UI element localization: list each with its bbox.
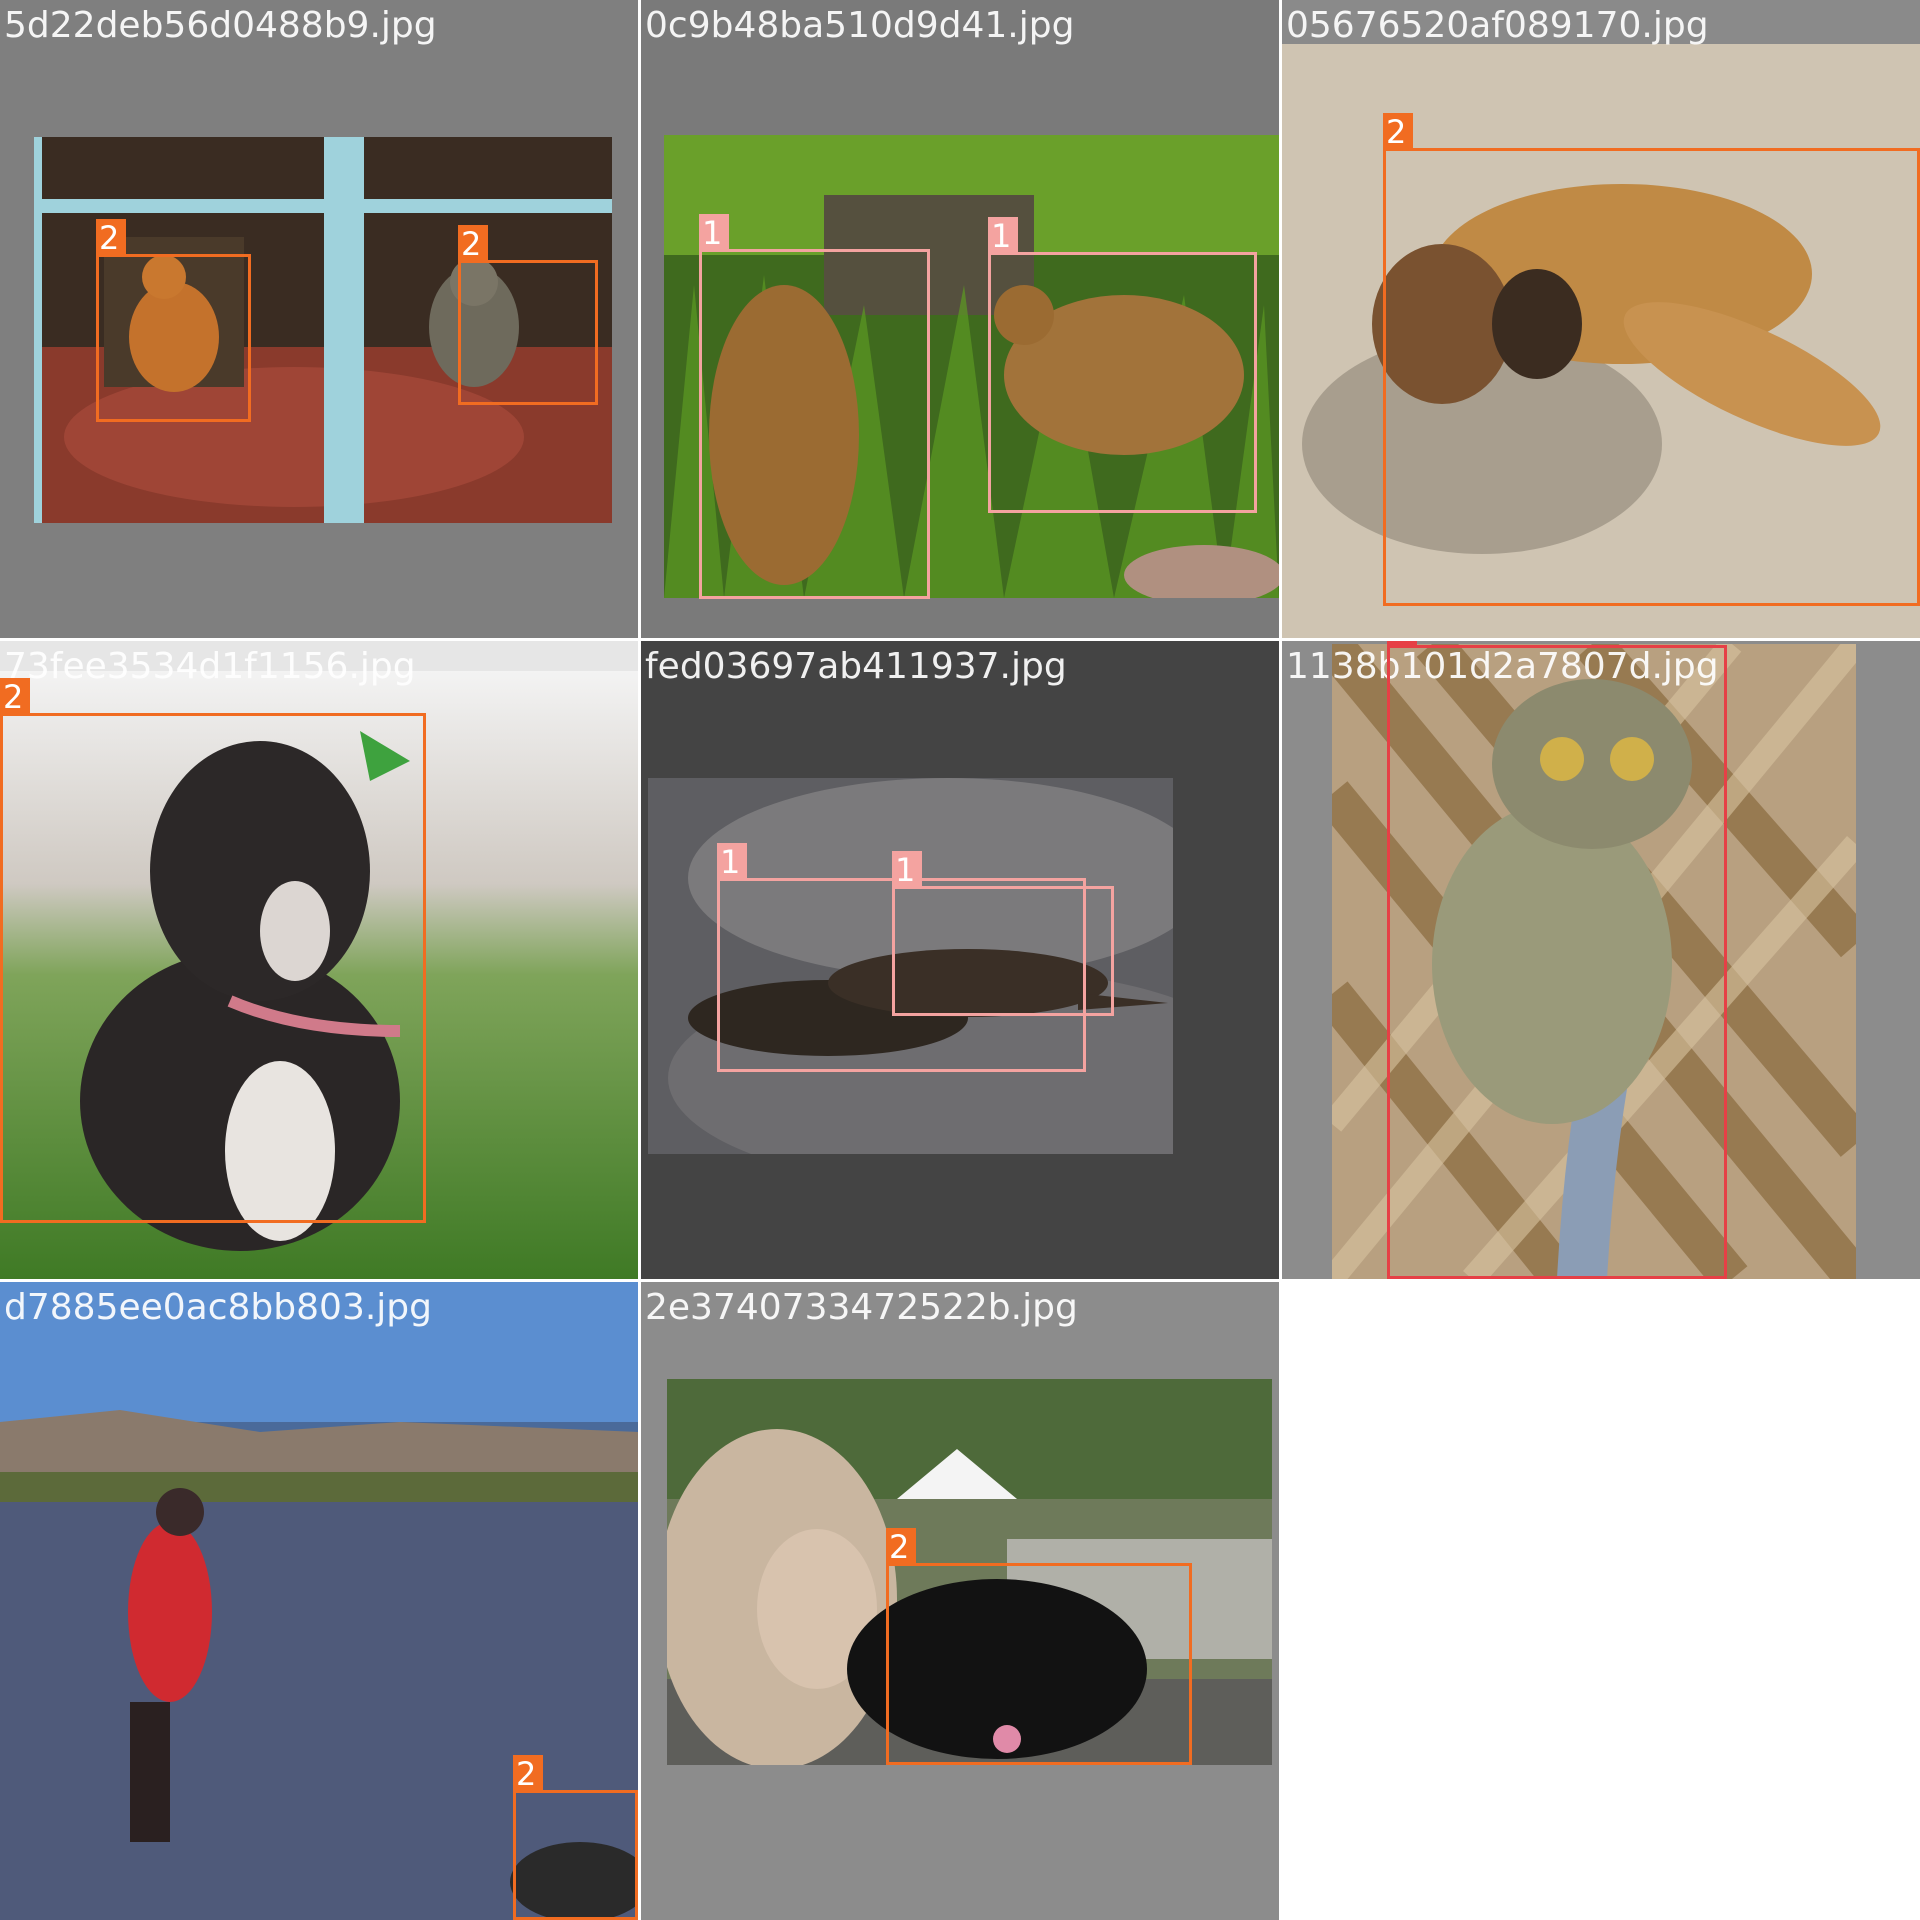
mosaic-tile: 5d22deb56d0488b9.jpg 2 2 bbox=[0, 0, 638, 638]
class-label: 2 bbox=[1383, 113, 1413, 151]
class-label: 1 bbox=[892, 851, 922, 889]
image-filename: d7885ee0ac8bb803.jpg bbox=[4, 1287, 432, 1328]
detection-box: 1 bbox=[699, 214, 930, 599]
image-filename: 05676520af089170.jpg bbox=[1286, 5, 1709, 46]
detection-box: 2 bbox=[886, 1528, 1192, 1765]
mosaic-tile: 2e3740733472522b.jpg 2 bbox=[641, 1282, 1279, 1920]
class-label: 2 bbox=[458, 225, 488, 263]
image-mosaic: 5d22deb56d0488b9.jpg 2 2 0c9b48ba510d9d4… bbox=[0, 0, 1920, 1920]
mosaic-tile: 73fee3534d1f1156.jpg 2 bbox=[0, 641, 638, 1279]
class-label: 1 bbox=[717, 843, 747, 881]
detection-box: 1 bbox=[892, 851, 1114, 1016]
mosaic-tile: 1138b101d2a7807d.jpg 0 bbox=[1282, 641, 1920, 1279]
detection-box: 2 bbox=[513, 1755, 638, 1920]
class-label: 1 bbox=[988, 217, 1018, 255]
detection-box: 2 bbox=[0, 678, 426, 1223]
detection-box: 2 bbox=[1383, 113, 1920, 606]
class-label: 2 bbox=[96, 219, 126, 257]
class-label: 2 bbox=[513, 1755, 543, 1793]
class-label: 1 bbox=[699, 214, 729, 252]
class-label: 0 bbox=[1387, 641, 1417, 648]
class-label: 2 bbox=[0, 678, 30, 716]
detection-box: 1 bbox=[988, 217, 1257, 513]
mosaic-tile: d7885ee0ac8bb803.jpg 2 bbox=[0, 1282, 638, 1920]
image-filename: 2e3740733472522b.jpg bbox=[645, 1287, 1078, 1328]
class-label: 2 bbox=[886, 1528, 916, 1566]
detection-box: 2 bbox=[96, 219, 251, 422]
mosaic-tile: fed03697ab411937.jpg 1 1 bbox=[641, 641, 1279, 1279]
mosaic-tile: 0c9b48ba510d9d41.jpg 1 1 bbox=[641, 0, 1279, 638]
detection-box: 0 bbox=[1387, 641, 1727, 1279]
image-filename: 73fee3534d1f1156.jpg bbox=[4, 646, 416, 687]
image-filename: 5d22deb56d0488b9.jpg bbox=[4, 5, 437, 46]
image-filename: 0c9b48ba510d9d41.jpg bbox=[645, 5, 1075, 46]
image-filename: fed03697ab411937.jpg bbox=[645, 646, 1067, 687]
mosaic-tile: 05676520af089170.jpg 2 bbox=[1282, 0, 1920, 638]
detection-box: 2 bbox=[458, 225, 598, 405]
